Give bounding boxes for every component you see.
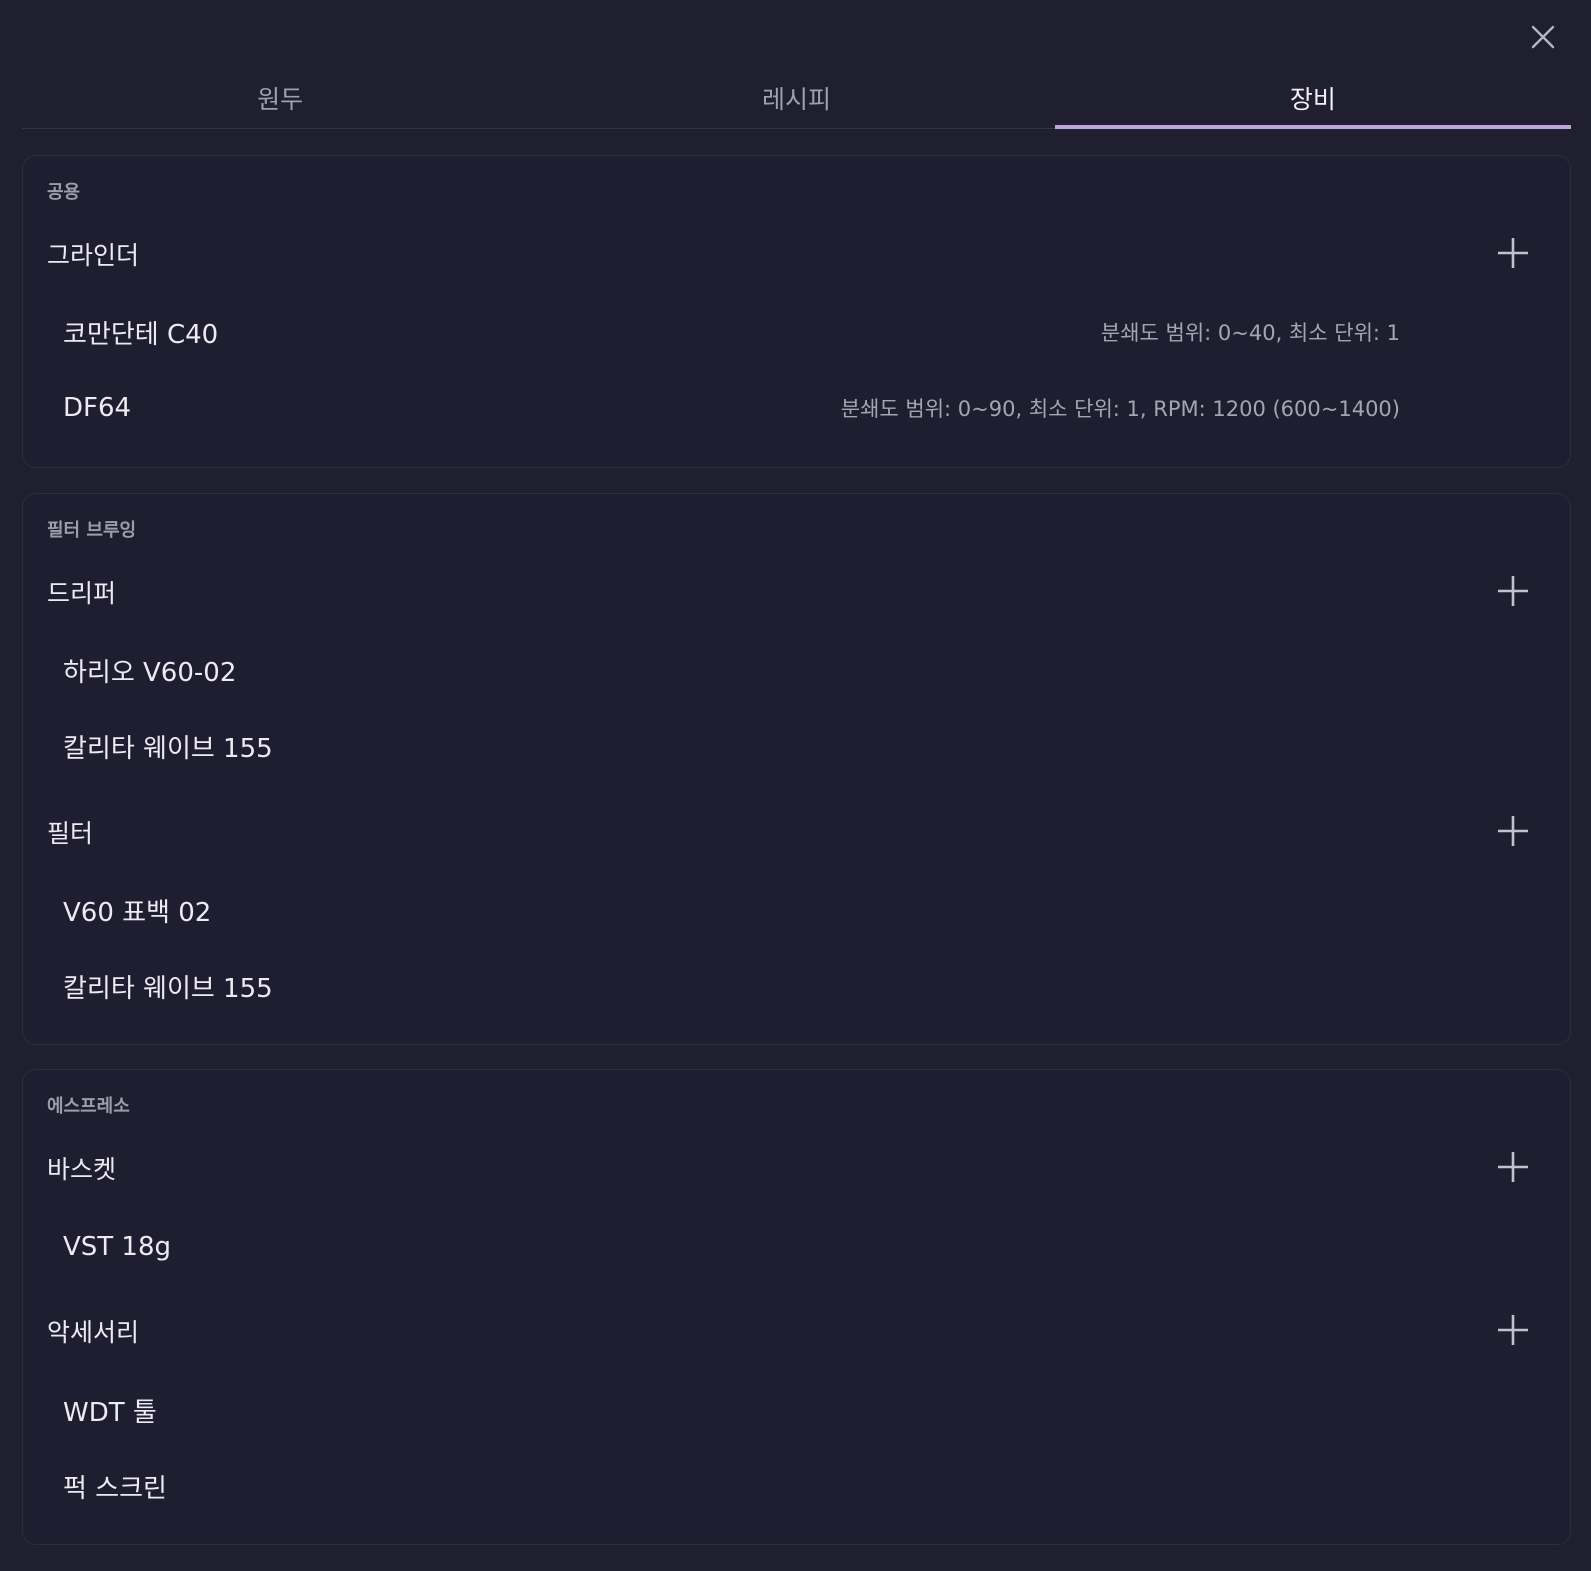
list-item[interactable]: 칼리타 웨이브 155 (63, 962, 1400, 1010)
section-common: 공용 그라인더 코만단테 C40 분쇄도 범위: 0~40, 최소 단위: 1 … (22, 155, 1571, 468)
item-name: VST 18g (63, 1232, 172, 1262)
tab-recipes[interactable]: 레시피 (538, 74, 1054, 128)
close-icon (1531, 25, 1555, 49)
add-accessory-button[interactable] (1496, 1313, 1530, 1347)
group-title-basket: 바스켓 (47, 1155, 117, 1184)
section-filter-brewing: 필터 브루잉 드리퍼 하리오 V60-02 칼리타 웨이브 155 필터 V60… (22, 493, 1571, 1045)
group-title-grinder: 그라인더 (47, 241, 140, 270)
section-title: 필터 브루잉 (47, 520, 137, 541)
list-item[interactable]: 퍽 스크린 (63, 1462, 1400, 1510)
item-name: 퍽 스크린 (63, 1473, 167, 1504)
tab-equipment[interactable]: 장비 (1054, 74, 1571, 129)
list-item[interactable]: 코만단테 C40 분쇄도 범위: 0~40, 최소 단위: 1 (63, 308, 1400, 356)
add-basket-button[interactable] (1496, 1150, 1530, 1184)
group-title-dripper: 드리퍼 (47, 579, 117, 608)
item-name: DF64 (63, 393, 132, 423)
item-name: 하리오 V60-02 (63, 657, 237, 688)
tab-label: 원두 (257, 85, 304, 114)
active-tab-indicator (1054, 125, 1571, 129)
plus-icon (1498, 1152, 1528, 1182)
list-item[interactable]: VST 18g (63, 1223, 1400, 1271)
section-title: 에스프레소 (47, 1096, 130, 1117)
item-meta: 분쇄도 범위: 0~40, 최소 단위: 1 (1100, 321, 1400, 345)
item-meta: 분쇄도 범위: 0~90, 최소 단위: 1, RPM: 1200 (600~1… (840, 397, 1400, 421)
close-button[interactable] (1527, 21, 1559, 53)
tab-label: 레시피 (761, 85, 831, 114)
section-title: 공용 (47, 182, 81, 203)
tab-bar: 원두 레시피 장비 (22, 74, 1571, 129)
add-grinder-button[interactable] (1496, 236, 1530, 270)
item-name: WDT 툴 (63, 1397, 157, 1428)
list-item[interactable]: DF64 분쇄도 범위: 0~90, 최소 단위: 1, RPM: 1200 (… (63, 384, 1400, 432)
add-dripper-button[interactable] (1496, 574, 1530, 608)
list-item[interactable]: 칼리타 웨이브 155 (63, 722, 1400, 770)
plus-icon (1498, 238, 1528, 268)
list-item[interactable]: 하리오 V60-02 (63, 646, 1400, 694)
item-name: 코만단테 C40 (63, 319, 219, 350)
item-name: 칼리타 웨이브 155 (63, 973, 273, 1004)
plus-icon (1498, 576, 1528, 606)
item-name: V60 표백 02 (63, 897, 212, 928)
add-filter-button[interactable] (1496, 814, 1530, 848)
group-title-accessory: 악세서리 (47, 1318, 140, 1347)
item-name: 칼리타 웨이브 155 (63, 733, 273, 764)
tab-beans[interactable]: 원두 (22, 74, 538, 128)
plus-icon (1498, 1315, 1528, 1345)
list-item[interactable]: WDT 툴 (63, 1386, 1400, 1434)
list-item[interactable]: V60 표백 02 (63, 886, 1400, 934)
tab-label: 장비 (1289, 85, 1336, 114)
section-espresso: 에스프레소 바스켓 VST 18g 악세서리 WDT 툴 퍽 스크린 (22, 1069, 1571, 1545)
plus-icon (1498, 816, 1528, 846)
group-title-filter: 필터 (47, 819, 94, 848)
equipment-dialog: 원두 레시피 장비 공용 그라인더 코만단테 C40 분쇄도 범위: 0~40,… (0, 0, 1591, 1571)
